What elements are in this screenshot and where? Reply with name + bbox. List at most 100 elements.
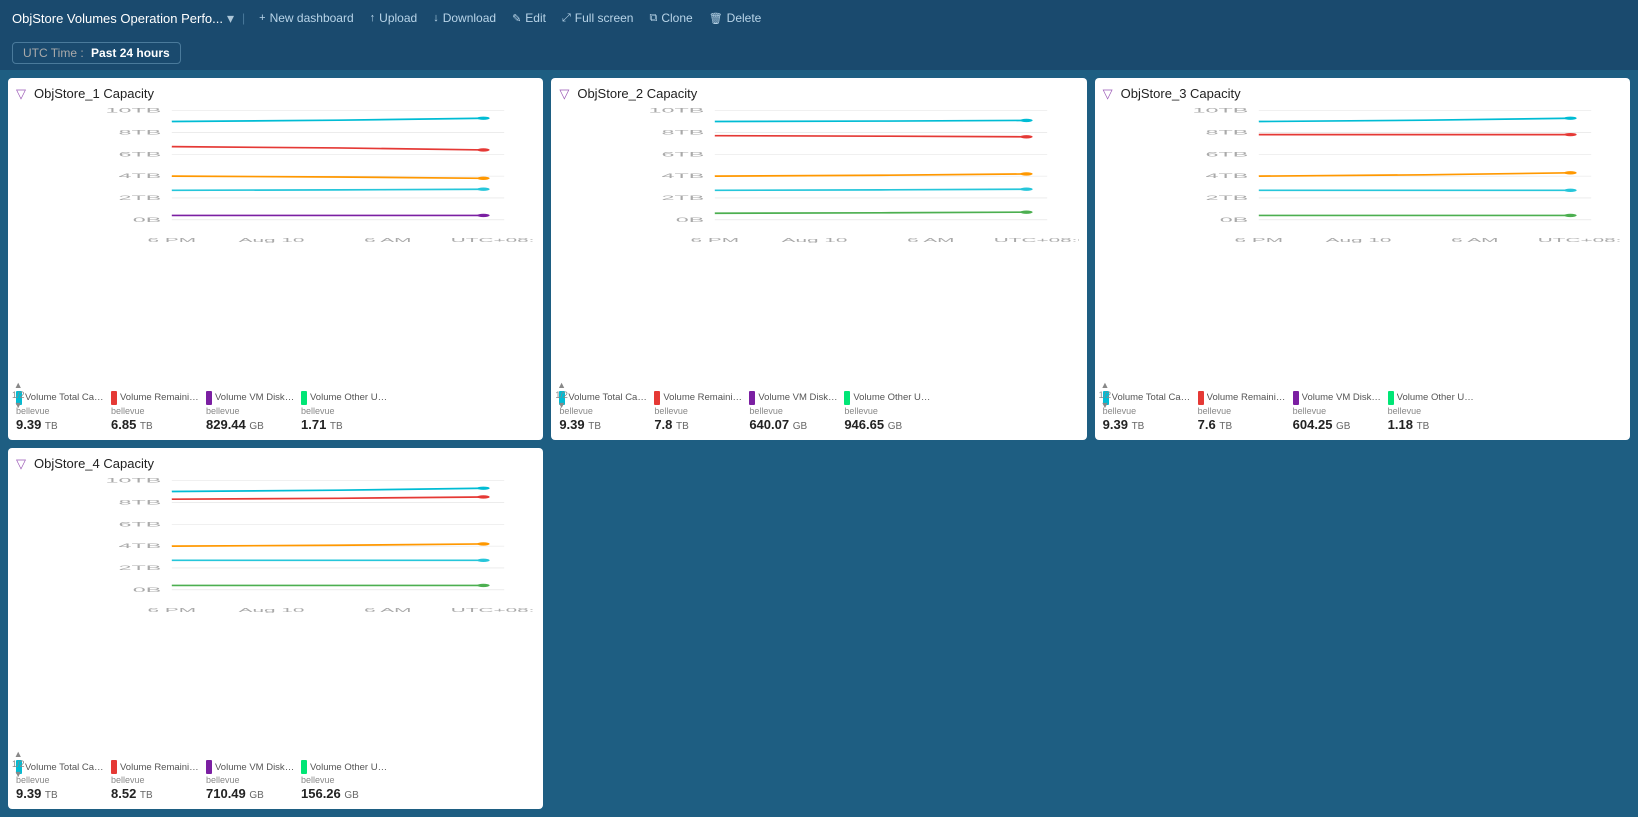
metric-sublabel-3-1: bellevue — [111, 775, 200, 785]
svg-text:UTC+08:00: UTC+08:00 — [994, 237, 1079, 243]
upload-icon: ↑ — [370, 12, 376, 24]
chart-area-2: 10TB8TB6TB4TB2TB0B6 PMAug 106 AMUTC+08:0… — [1103, 105, 1622, 387]
svg-text:4TB: 4TB — [119, 173, 162, 180]
metric-label-2-2: Volume VM Disk Used ... — [1302, 392, 1382, 403]
metric-item-1-1: Volume Remaining Cap... bellevue 7.8 TB — [654, 391, 743, 432]
metric-value-0-2: 829.44 GB — [206, 417, 295, 432]
metric-label-0-0: Volume Total Capacit... — [25, 392, 105, 403]
metrics-3: Volume Total Capacit... bellevue 9.39 TB… — [16, 756, 535, 801]
svg-text:6 PM: 6 PM — [148, 237, 196, 243]
new-dashboard-button[interactable]: + New dashboard — [253, 9, 360, 27]
svg-text:6 PM: 6 PM — [148, 607, 196, 613]
clone-button[interactable]: ⧉ Clone — [643, 9, 698, 27]
svg-text:8TB: 8TB — [1205, 129, 1248, 136]
fullscreen-button[interactable]: ⤢ Full screen — [556, 9, 640, 27]
metric-value-1-3: 946.65 GB — [844, 417, 933, 432]
metric-sublabel-0-3: bellevue — [301, 406, 390, 416]
metric-item-0-2: Volume VM Disk Used ... bellevue 829.44 … — [206, 391, 295, 432]
chart-area-0: 10TB8TB6TB4TB2TB0B6 PMAug 106 AMUTC+08:0… — [16, 105, 535, 387]
metric-sublabel-1-1: bellevue — [654, 406, 743, 416]
metric-value-1-0: 9.39 TB — [559, 417, 648, 432]
panel-panel1: ▽ObjStore_1 Capacity10TB8TB6TB4TB2TB0B6 … — [8, 78, 543, 440]
metric-color-0-1 — [111, 391, 117, 405]
panel-panel4: ▽ ObjStore_4 Capacity 10TB8TB6TB4TB2TB0B6 … — [8, 448, 543, 810]
svg-text:2TB: 2TB — [1205, 195, 1248, 202]
svg-text:0B: 0B — [676, 216, 705, 223]
metric-label-1-0: Volume Total Capacit... — [568, 392, 648, 403]
metric-sublabel-0-2: bellevue — [206, 406, 295, 416]
svg-text:UTC+08:00: UTC+08:00 — [451, 607, 536, 613]
metric-sublabel-1-2: bellevue — [749, 406, 838, 416]
edit-icon: ✎ — [512, 12, 521, 25]
metric-label-1-2: Volume VM Disk Used ... — [758, 392, 838, 403]
delete-icon: 🗑 — [709, 12, 723, 25]
filter-icon: ▽ — [559, 86, 569, 102]
svg-text:6TB: 6TB — [119, 520, 162, 527]
panel-title-3: ObjStore_4 Capacity — [34, 456, 535, 471]
svg-text:4TB: 4TB — [662, 173, 705, 180]
metric-sublabel-0-0: bellevue — [16, 406, 105, 416]
svg-text:6 AM: 6 AM — [364, 237, 411, 243]
time-range-badge[interactable]: UTC Time : Past 24 hours — [12, 42, 181, 64]
svg-text:Aug 10: Aug 10 — [782, 237, 848, 243]
svg-text:10TB: 10TB — [106, 107, 162, 114]
pager-0[interactable]: ▲1/2▼ — [12, 380, 25, 410]
metric-label-1-1: Volume Remaining Cap... — [663, 392, 743, 403]
metric-color-0-3 — [301, 391, 307, 405]
metric-value-2-2: 604.25 GB — [1293, 417, 1382, 432]
plus-icon: + — [259, 12, 265, 24]
panel-title-0: ObjStore_1 Capacity — [34, 86, 535, 101]
metric-item-1-3: Volume Other Used Ca... bellevue 946.65 … — [844, 391, 933, 432]
metric-color-1-3 — [844, 391, 850, 405]
title-dropdown-icon[interactable]: ▾ — [227, 10, 234, 27]
metric-sublabel-2-1: bellevue — [1198, 406, 1287, 416]
metric-color-2-3 — [1388, 391, 1394, 405]
metrics-1: Volume Total Capacit... bellevue 9.39 TB… — [559, 387, 1078, 432]
pager-3[interactable]: ▲1/2▼ — [12, 749, 25, 779]
metric-item-3-2: Volume VM Disk Used ... bellevue 710.49 … — [206, 760, 295, 801]
metric-value-3-1: 8.52 TB — [111, 786, 200, 801]
metric-item-1-0: Volume Total Capacit... bellevue 9.39 TB — [559, 391, 648, 432]
metric-color-2-2 — [1293, 391, 1299, 405]
metric-sublabel-2-3: bellevue — [1388, 406, 1477, 416]
svg-text:2TB: 2TB — [119, 195, 162, 202]
edit-button[interactable]: ✎ Edit — [506, 9, 552, 27]
metric-item-2-0: Volume Total Capacit... bellevue 9.39 TB — [1103, 391, 1192, 432]
pager-1[interactable]: ▲1/2▼ — [555, 380, 568, 410]
metric-color-3-1 — [111, 760, 117, 774]
chart-area-3: 10TB8TB6TB4TB2TB0B6 PMAug 106 AMUTC+08:0… — [16, 475, 535, 757]
metric-value-3-3: 156.26 GB — [301, 786, 390, 801]
svg-text:6 PM: 6 PM — [691, 237, 739, 243]
metric-item-3-3: Volume Other Used Ca... bellevue 156.26 … — [301, 760, 390, 801]
svg-text:2TB: 2TB — [662, 195, 705, 202]
metric-color-1-2 — [749, 391, 755, 405]
delete-button[interactable]: 🗑 Delete — [703, 9, 768, 27]
svg-text:UTC+08:00: UTC+08:00 — [1537, 237, 1622, 243]
svg-text:6 AM: 6 AM — [364, 607, 411, 613]
download-button[interactable]: ↓ Download — [427, 9, 502, 27]
svg-text:10TB: 10TB — [106, 477, 162, 484]
metric-label-3-0: Volume Total Capacit... — [25, 762, 105, 773]
metric-value-2-0: 9.39 TB — [1103, 417, 1192, 432]
metric-label-0-1: Volume Remaining Cap... — [120, 392, 200, 403]
upload-button[interactable]: ↑ Upload — [364, 9, 424, 27]
pager-2[interactable]: ▲1/2▼ — [1099, 380, 1112, 410]
panel-panel3: ▽ObjStore_3 Capacity10TB8TB6TB4TB2TB0B6 … — [1095, 78, 1630, 440]
metric-value-1-2: 640.07 GB — [749, 417, 838, 432]
svg-text:4TB: 4TB — [1205, 173, 1248, 180]
svg-text:6 AM: 6 AM — [1451, 237, 1498, 243]
dashboard-grid: ▽ObjStore_1 Capacity10TB8TB6TB4TB2TB0B6 … — [0, 70, 1638, 817]
svg-text:UTC+08:00: UTC+08:00 — [451, 237, 536, 243]
svg-text:6TB: 6TB — [119, 151, 162, 158]
filter-icon: ▽ — [16, 456, 26, 472]
svg-text:0B: 0B — [1219, 216, 1248, 223]
panel-title-1: ObjStore_2 Capacity — [577, 86, 1078, 101]
svg-text:6TB: 6TB — [1205, 151, 1248, 158]
metric-item-2-1: Volume Remaining Cap... bellevue 7.6 TB — [1198, 391, 1287, 432]
svg-text:Aug 10: Aug 10 — [239, 237, 305, 243]
metric-sublabel-3-2: bellevue — [206, 775, 295, 785]
metric-label-2-1: Volume Remaining Cap... — [1207, 392, 1287, 403]
topbar: ObjStore Volumes Operation Perfo... ▾ | … — [0, 0, 1638, 36]
svg-text:2TB: 2TB — [119, 564, 162, 571]
metric-item-0-1: Volume Remaining Cap... bellevue 6.85 TB — [111, 391, 200, 432]
